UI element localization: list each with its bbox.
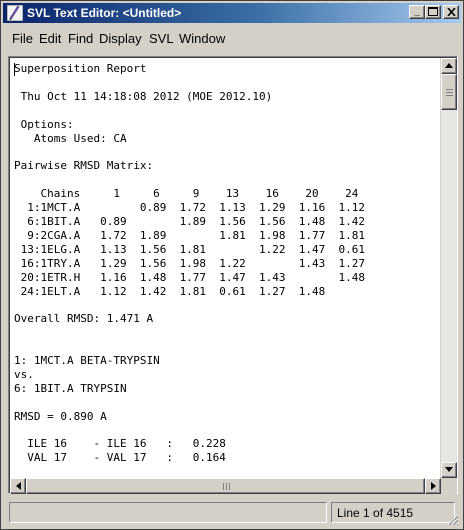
editor-text-area[interactable]: Superposition Report Thu Oct 11 14:18:08… bbox=[10, 58, 440, 478]
close-button[interactable] bbox=[443, 5, 459, 19]
scroll-left-button[interactable] bbox=[10, 478, 26, 494]
svl-app-icon[interactable] bbox=[7, 5, 23, 21]
close-icon bbox=[446, 7, 456, 17]
maximize-button[interactable] bbox=[425, 5, 441, 19]
arrow-left-icon bbox=[15, 482, 21, 490]
minimize-icon: _ bbox=[414, 6, 420, 17]
scrollbar-corner bbox=[441, 478, 457, 494]
grip-line bbox=[229, 483, 230, 490]
maximize-icon bbox=[428, 7, 438, 16]
text-caret bbox=[14, 63, 15, 76]
line-position-indicator: Line 1 of 4515 bbox=[331, 502, 455, 523]
arrow-down-icon bbox=[445, 467, 453, 472]
scroll-up-button[interactable] bbox=[441, 58, 457, 74]
grip-line bbox=[446, 95, 453, 96]
status-bar: Line 1 of 4515 bbox=[3, 498, 461, 528]
menu-svl[interactable]: SVL bbox=[149, 31, 174, 46]
vertical-scrollbar[interactable] bbox=[441, 58, 457, 478]
editor-text[interactable]: Superposition Report Thu Oct 11 14:18:08… bbox=[10, 58, 440, 465]
menu-bar: File Edit Find Display SVL Window bbox=[3, 25, 461, 51]
menu-edit[interactable]: Edit bbox=[39, 31, 61, 46]
menu-file[interactable]: File bbox=[12, 31, 33, 46]
grip-line bbox=[446, 89, 453, 90]
window-title: SVL Text Editor: <Untitled> bbox=[27, 6, 182, 20]
svl-text-editor-window: SVL Text Editor: <Untitled> _ File Edit … bbox=[0, 0, 464, 530]
horizontal-scrollbar[interactable] bbox=[10, 478, 441, 494]
vertical-scroll-thumb[interactable] bbox=[441, 74, 457, 110]
resize-grip-icon[interactable] bbox=[447, 514, 459, 526]
arrow-right-icon bbox=[430, 482, 436, 490]
minimize-button[interactable]: _ bbox=[409, 5, 425, 19]
scroll-down-button[interactable] bbox=[441, 462, 457, 478]
editor-frame: Superposition Report Thu Oct 11 14:18:08… bbox=[8, 56, 458, 494]
menu-display[interactable]: Display bbox=[99, 31, 142, 46]
grip-line bbox=[226, 483, 227, 490]
menu-find[interactable]: Find bbox=[68, 31, 93, 46]
status-message bbox=[9, 502, 327, 523]
grip-line bbox=[446, 92, 453, 93]
grip-line bbox=[223, 483, 224, 490]
horizontal-scroll-thumb[interactable] bbox=[26, 478, 425, 494]
menu-window[interactable]: Window bbox=[179, 31, 225, 46]
scroll-right-button[interactable] bbox=[425, 478, 441, 494]
title-bar[interactable]: SVL Text Editor: <Untitled> _ bbox=[3, 3, 461, 23]
arrow-up-icon bbox=[445, 63, 453, 68]
